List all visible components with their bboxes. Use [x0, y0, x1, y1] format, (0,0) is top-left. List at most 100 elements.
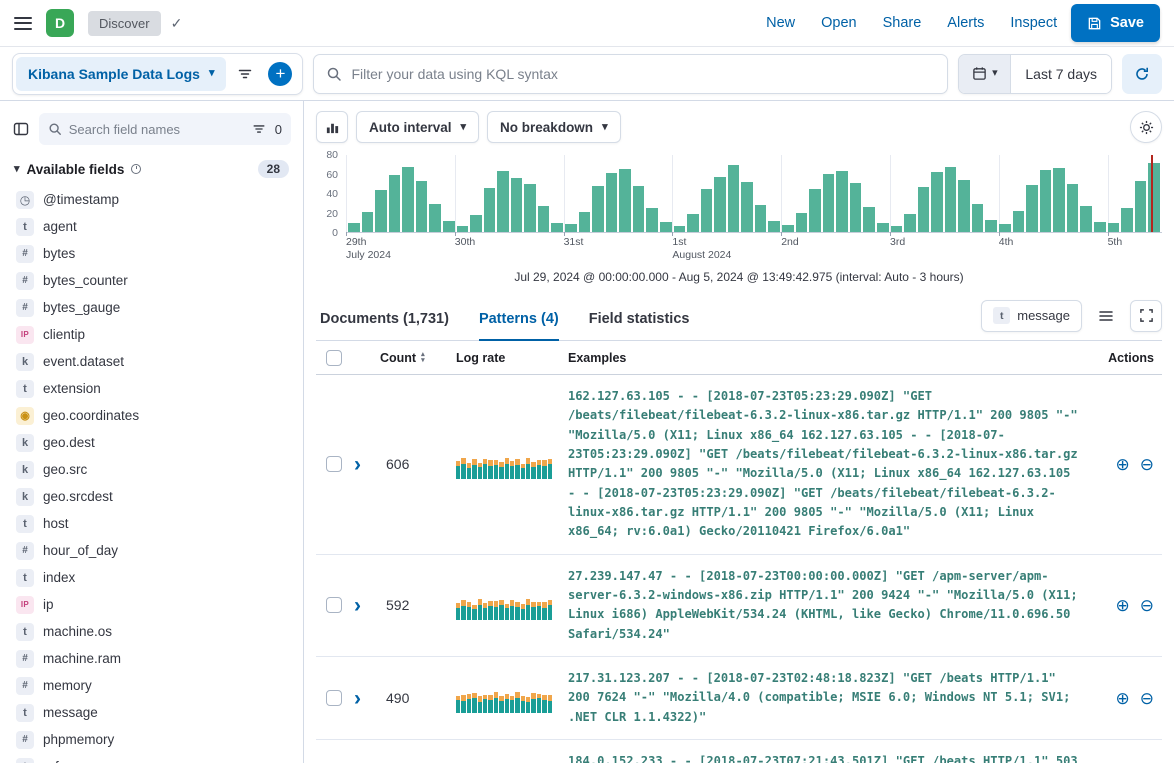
row-checkbox[interactable] — [326, 456, 342, 472]
nav-link-alerts[interactable]: Alerts — [947, 15, 984, 31]
row-density-icon — [1098, 308, 1114, 324]
row-checkbox[interactable] — [326, 690, 342, 706]
filter-out-pattern-button[interactable]: ⊖ — [1140, 690, 1154, 707]
selected-field-badge[interactable]: t message — [981, 300, 1082, 332]
field-filter-icon[interactable] — [252, 122, 266, 136]
field-item-bytes_counter[interactable]: #bytes_counter — [12, 267, 291, 294]
display-options-button[interactable] — [1090, 300, 1122, 332]
menu-icon[interactable] — [14, 17, 32, 30]
field-item-message[interactable]: tmessage — [12, 699, 291, 726]
histogram-plot[interactable] — [346, 155, 1162, 233]
field-item-host[interactable]: thost — [12, 510, 291, 537]
data-view-picker[interactable]: Kibana Sample Data Logs ▾ — [16, 57, 226, 91]
breadcrumb[interactable]: Discover — [88, 11, 161, 36]
y-axis-label: 0 — [332, 227, 338, 239]
tab-patterns[interactable]: Patterns (4) — [479, 297, 559, 340]
nav-link-open[interactable]: Open — [821, 15, 856, 31]
field-item-geo.coordinates[interactable]: ◉geo.coordinates — [12, 402, 291, 429]
field-name: geo.srcdest — [43, 489, 113, 504]
collapse-sidebar-button[interactable] — [12, 116, 31, 142]
expand-row-button[interactable]: › — [352, 687, 361, 710]
filter-for-pattern-button[interactable]: ⊕ — [1116, 456, 1130, 473]
histogram-bars — [348, 158, 1160, 232]
saved-query-menu-button[interactable] — [230, 58, 260, 90]
filter-out-pattern-button[interactable]: ⊖ — [1140, 597, 1154, 614]
field-name: extension — [43, 381, 101, 396]
pattern-example: 217.31.123.207 - - [2018-07-23T02:48:18.… — [568, 669, 1098, 727]
nav-link-inspect[interactable]: Inspect — [1010, 15, 1057, 31]
field-item-bytes_gauge[interactable]: #bytes_gauge — [12, 294, 291, 321]
histogram-bar — [687, 214, 699, 232]
y-axis-label: 80 — [326, 149, 338, 161]
field-name: referer — [43, 759, 83, 763]
save-button[interactable]: Save — [1071, 4, 1160, 42]
field-item-event.dataset[interactable]: kevent.dataset — [12, 348, 291, 375]
chevron-down-icon[interactable]: ▾ — [14, 164, 20, 175]
field-item-referer[interactable]: treferer — [12, 753, 291, 763]
pattern-row: ›59227.239.147.47 - - [2018-07-23T00:00:… — [316, 555, 1162, 657]
field-item-clientip[interactable]: IPclientip — [12, 321, 291, 348]
field-item-geo.src[interactable]: kgeo.src — [12, 456, 291, 483]
histogram-bar — [945, 167, 957, 232]
filter-out-pattern-button[interactable]: ⊖ — [1140, 456, 1154, 473]
histogram-bar — [1108, 223, 1120, 232]
date-picker-calendar-button[interactable]: ▾ — [959, 55, 1011, 93]
refresh-button[interactable] — [1122, 54, 1162, 94]
histogram-bar — [1135, 181, 1147, 232]
histogram-bar — [606, 173, 618, 232]
field-item-hour_of_day[interactable]: #hour_of_day — [12, 537, 291, 564]
field-item-extension[interactable]: textension — [12, 375, 291, 402]
space-avatar[interactable]: D — [46, 9, 74, 37]
histogram-bar — [592, 186, 604, 232]
count-column-header[interactable]: Count — [380, 351, 416, 365]
field-item-index[interactable]: tindex — [12, 564, 291, 591]
histogram-bar — [443, 221, 455, 232]
histogram-bar — [891, 226, 903, 232]
examples-column-header: Examples — [568, 351, 1098, 365]
kql-search-bar[interactable] — [313, 54, 948, 94]
expand-row-button[interactable]: › — [352, 594, 361, 617]
tab-field-statistics[interactable]: Field statistics — [589, 297, 690, 340]
breakdown-select[interactable]: No breakdown ▾ — [487, 111, 621, 143]
chart-options-button[interactable] — [1130, 111, 1162, 143]
chevron-down-icon: ▾ — [461, 122, 467, 133]
filter-for-pattern-button[interactable]: ⊕ — [1116, 690, 1130, 707]
field-item-ip[interactable]: IPip — [12, 591, 291, 618]
fullscreen-button[interactable] — [1130, 300, 1162, 332]
field-item-machine.os[interactable]: tmachine.os — [12, 618, 291, 645]
row-checkbox[interactable] — [326, 597, 342, 613]
interval-select[interactable]: Auto interval ▾ — [356, 111, 479, 143]
histogram-bar — [674, 226, 686, 232]
field-item-geo.srcdest[interactable]: kgeo.srcdest — [12, 483, 291, 510]
histogram-bar — [470, 215, 482, 232]
field-item-@timestamp[interactable]: ◷@timestamp — [12, 186, 291, 213]
field-item-machine.ram[interactable]: #machine.ram — [12, 645, 291, 672]
field-item-geo.dest[interactable]: kgeo.dest — [12, 429, 291, 456]
kql-input[interactable] — [351, 66, 935, 82]
histogram-bar — [782, 225, 794, 232]
sort-icon[interactable]: ▴▾ — [421, 352, 425, 363]
time-range-button[interactable]: Last 7 days — [1011, 55, 1111, 93]
chart-toggle-button[interactable] — [316, 111, 348, 143]
search-icon — [48, 122, 62, 136]
histogram-bar — [1148, 163, 1160, 232]
select-all-checkbox[interactable] — [326, 350, 342, 366]
field-name: message — [43, 705, 98, 720]
field-search-input[interactable] — [69, 122, 245, 137]
histogram-bar — [1080, 206, 1092, 232]
histogram-bar — [579, 212, 591, 232]
field-search[interactable]: 0 — [39, 113, 291, 145]
tab-documents[interactable]: Documents (1,731) — [320, 297, 449, 340]
field-item-phpmemory[interactable]: #phpmemory — [12, 726, 291, 753]
nav-link-share[interactable]: Share — [883, 15, 922, 31]
search-icon — [326, 66, 342, 82]
field-item-agent[interactable]: tagent — [12, 213, 291, 240]
query-bar: Kibana Sample Data Logs ▾ + ▾ — [0, 47, 1174, 101]
add-filter-button[interactable]: + — [268, 62, 292, 86]
expand-row-button[interactable]: › — [352, 453, 361, 476]
field-item-bytes[interactable]: #bytes — [12, 240, 291, 267]
nav-link-new[interactable]: New — [766, 15, 795, 31]
filter-for-pattern-button[interactable]: ⊕ — [1116, 597, 1130, 614]
field-item-memory[interactable]: #memory — [12, 672, 291, 699]
histogram-bar — [484, 188, 496, 232]
